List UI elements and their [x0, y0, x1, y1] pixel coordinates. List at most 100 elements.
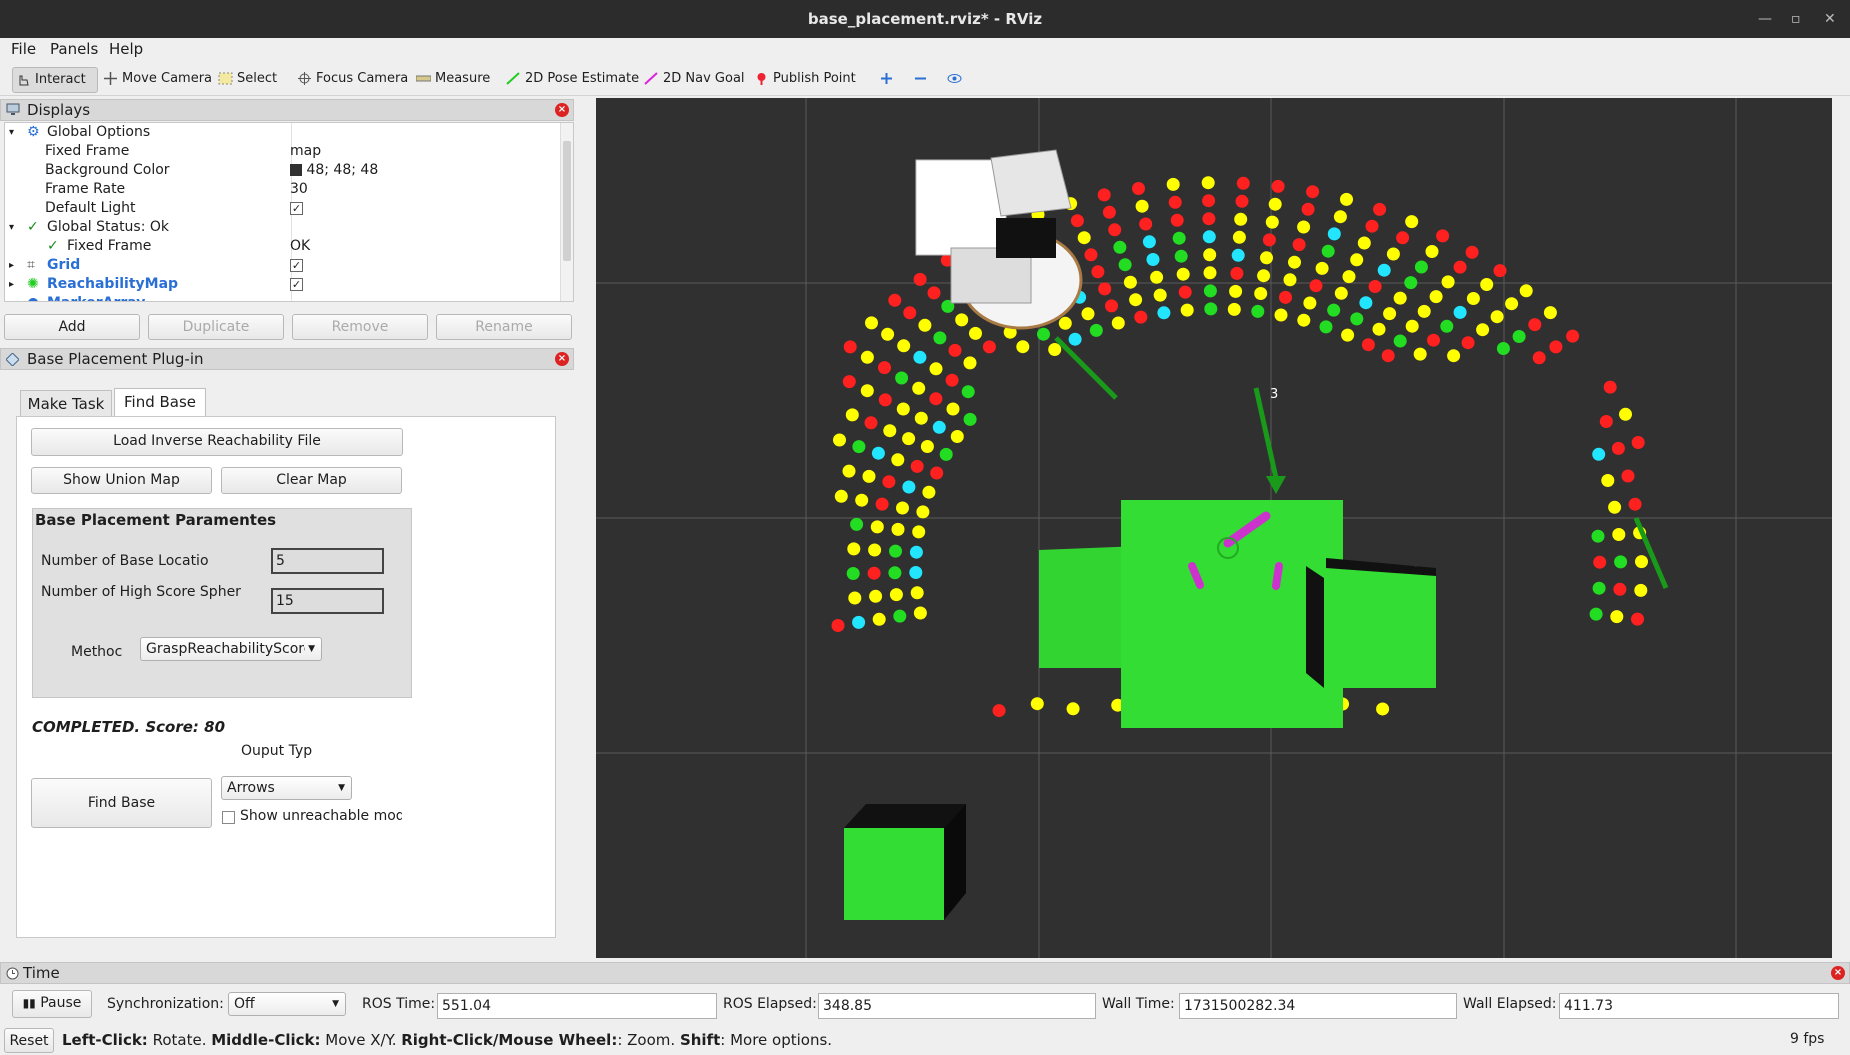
reachability-sphere [1283, 273, 1297, 287]
expand-arrow-icon[interactable]: ▸ [9, 275, 14, 294]
minimize-icon[interactable]: — [1758, 0, 1772, 38]
tree-value[interactable]: 30 [290, 180, 308, 199]
duplicate-display-button[interactable]: Duplicate [148, 314, 284, 340]
reachability-sphere [1168, 195, 1182, 209]
scene-canvas[interactable]: 3 [596, 98, 1832, 958]
reset-button[interactable]: Reset [4, 1028, 54, 1053]
reachability-sphere [896, 501, 909, 515]
sync-select[interactable]: Off ▼ [228, 992, 346, 1016]
reachability-sphere [842, 464, 856, 478]
reachability-sphere [1111, 316, 1125, 330]
reachability-sphere [891, 522, 905, 536]
reachability-sphere [1612, 528, 1626, 541]
ros-time-field[interactable]: 551.04 [437, 993, 717, 1019]
wall-time-field[interactable]: 1731500282.34 [1179, 993, 1457, 1019]
pose-estimate-button[interactable]: 2D Pose Estimate [503, 67, 639, 93]
reachability-sphere [1201, 176, 1215, 190]
num-high-score-input[interactable]: 15 [271, 588, 384, 614]
marker-array-icon: ● [27, 294, 39, 301]
focus-camera-button[interactable]: Focus Camera [294, 67, 408, 93]
output-type-select[interactable]: Arrows ▼ [221, 776, 352, 800]
load-reachability-button[interactable]: Load Inverse Reachability File [31, 428, 403, 456]
reachability-sphere [852, 615, 866, 629]
reachability-sphere [1153, 288, 1167, 302]
menu-panels[interactable]: Panels [50, 40, 98, 58]
pause-button[interactable]: ▮▮ Pause [12, 990, 92, 1018]
tree-row-global-status[interactable]: ▾ ✓ Global Status: Ok [5, 218, 560, 237]
menu-file[interactable]: File [11, 40, 36, 58]
move-camera-button[interactable]: Move Camera [100, 67, 212, 93]
reachability-sphere [895, 371, 909, 385]
reachability-sphere [1591, 529, 1605, 543]
tree-row-default-light[interactable]: Default Light ✓ [5, 199, 560, 218]
tree-row-status-fixed-frame[interactable]: ✓ Fixed Frame OK [5, 237, 560, 256]
grid-checkbox[interactable]: ✓ [290, 258, 303, 272]
reachability-checkbox[interactable]: ✓ [290, 277, 303, 291]
tree-scrollbar[interactable] [560, 123, 573, 301]
tree-row-fixed-frame[interactable]: Fixed Frame map [5, 142, 560, 161]
select-tool-button[interactable]: Select [215, 67, 277, 93]
reachability-sphere [922, 485, 936, 499]
menu-help[interactable]: Help [109, 40, 143, 58]
tab-make-task[interactable]: Make Task [20, 390, 112, 418]
reachability-sphere [902, 432, 916, 446]
add-display-button[interactable]: Add [4, 314, 140, 340]
view-options-button[interactable] [944, 67, 970, 93]
diamond-icon [6, 353, 19, 366]
reachability-sphere [860, 384, 874, 398]
tree-row-frame-rate[interactable]: Frame Rate 30 [5, 180, 560, 199]
nav-goal-button[interactable]: 2D Nav Goal [641, 67, 745, 93]
num-base-input[interactable]: 5 [271, 548, 384, 574]
remove-tool-button[interactable] [910, 67, 936, 93]
tree-row-reachability-map[interactable]: ▸ ✺ ReachabilityMap ✓ [5, 275, 560, 294]
remove-display-button[interactable]: Remove [292, 314, 428, 340]
tree-row-background-color[interactable]: Background Color 48; 48; 48 [5, 161, 560, 180]
hint-text: : Zoom. [617, 1031, 680, 1049]
close-time-icon[interactable]: × [1831, 966, 1845, 980]
add-tool-button[interactable] [876, 67, 902, 93]
reachability-sphere [992, 704, 1006, 718]
maximize-icon[interactable]: ▫ [1791, 0, 1801, 38]
measure-button[interactable]: Measure [413, 67, 490, 93]
reachability-sphere [910, 459, 924, 473]
reachability-sphere [1333, 210, 1347, 224]
close-plugin-icon[interactable]: × [555, 352, 569, 366]
3d-viewport[interactable]: 3 [596, 98, 1832, 958]
method-select[interactable]: GraspReachabilityScore ▼ [140, 637, 322, 661]
find-base-button[interactable]: Find Base [31, 778, 212, 828]
reachability-sphere [1297, 313, 1311, 327]
expand-arrow-icon[interactable]: ▾ [9, 123, 14, 142]
interact-tool-button[interactable]: Interact [12, 67, 98, 93]
scroll-thumb[interactable] [563, 141, 571, 261]
expand-arrow-icon[interactable]: ▾ [9, 218, 14, 237]
time-panel-header: Time × [0, 962, 1850, 984]
show-unreachable-checkbox[interactable] [222, 811, 235, 824]
reachability-sphere [1118, 258, 1132, 272]
reachability-sphere [1232, 230, 1246, 244]
expand-arrow-icon[interactable]: ▸ [9, 256, 14, 275]
tree-value[interactable]: 48; 48; 48 [290, 161, 378, 180]
show-union-map-button[interactable]: Show Union Map [31, 467, 212, 494]
tree-row-grid[interactable]: ▸ ⌗ Grid ✓ [5, 256, 560, 275]
tree-row-marker-array[interactable]: ▸ ● MarkerArray [5, 294, 560, 301]
reachability-sphere [1166, 177, 1180, 191]
wall-elapsed-field[interactable]: 411.73 [1559, 993, 1839, 1019]
reachability-sphere [888, 293, 902, 307]
reachability-sphere [1566, 329, 1580, 343]
default-light-checkbox[interactable]: ✓ [290, 201, 303, 215]
reachability-sphere [1037, 327, 1050, 341]
reachability-sphere [1359, 296, 1373, 310]
reachability-sphere [927, 286, 941, 300]
close-window-icon[interactable]: ✕ [1824, 0, 1836, 38]
tree-row-global-options[interactable]: ▾ ⚙ Global Options [5, 123, 560, 142]
tree-value[interactable]: map [290, 142, 321, 161]
close-displays-icon[interactable]: × [555, 103, 569, 117]
rename-display-button[interactable]: Rename [436, 314, 572, 340]
wall-elapsed-label: Wall Elapsed: [1463, 996, 1557, 1012]
publish-point-button[interactable]: Publish Point [751, 67, 856, 93]
ros-elapsed-field[interactable]: 348.85 [818, 993, 1096, 1019]
tab-find-base[interactable]: Find Base [114, 388, 206, 418]
reachability-sphere [1393, 291, 1407, 305]
clear-map-button[interactable]: Clear Map [221, 467, 402, 494]
expand-arrow-icon[interactable]: ▸ [9, 294, 14, 301]
